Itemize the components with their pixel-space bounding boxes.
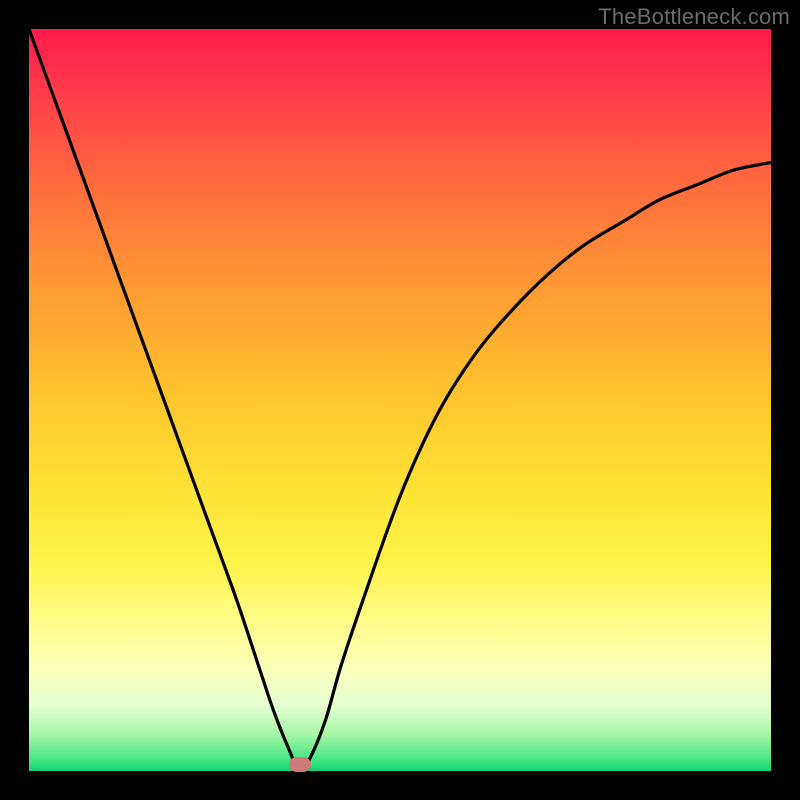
bottleneck-curve [29, 29, 771, 771]
watermark-text: TheBottleneck.com [598, 4, 790, 30]
chart-plot-area [29, 29, 771, 771]
optimum-marker [289, 757, 311, 772]
curve-path [29, 29, 771, 771]
